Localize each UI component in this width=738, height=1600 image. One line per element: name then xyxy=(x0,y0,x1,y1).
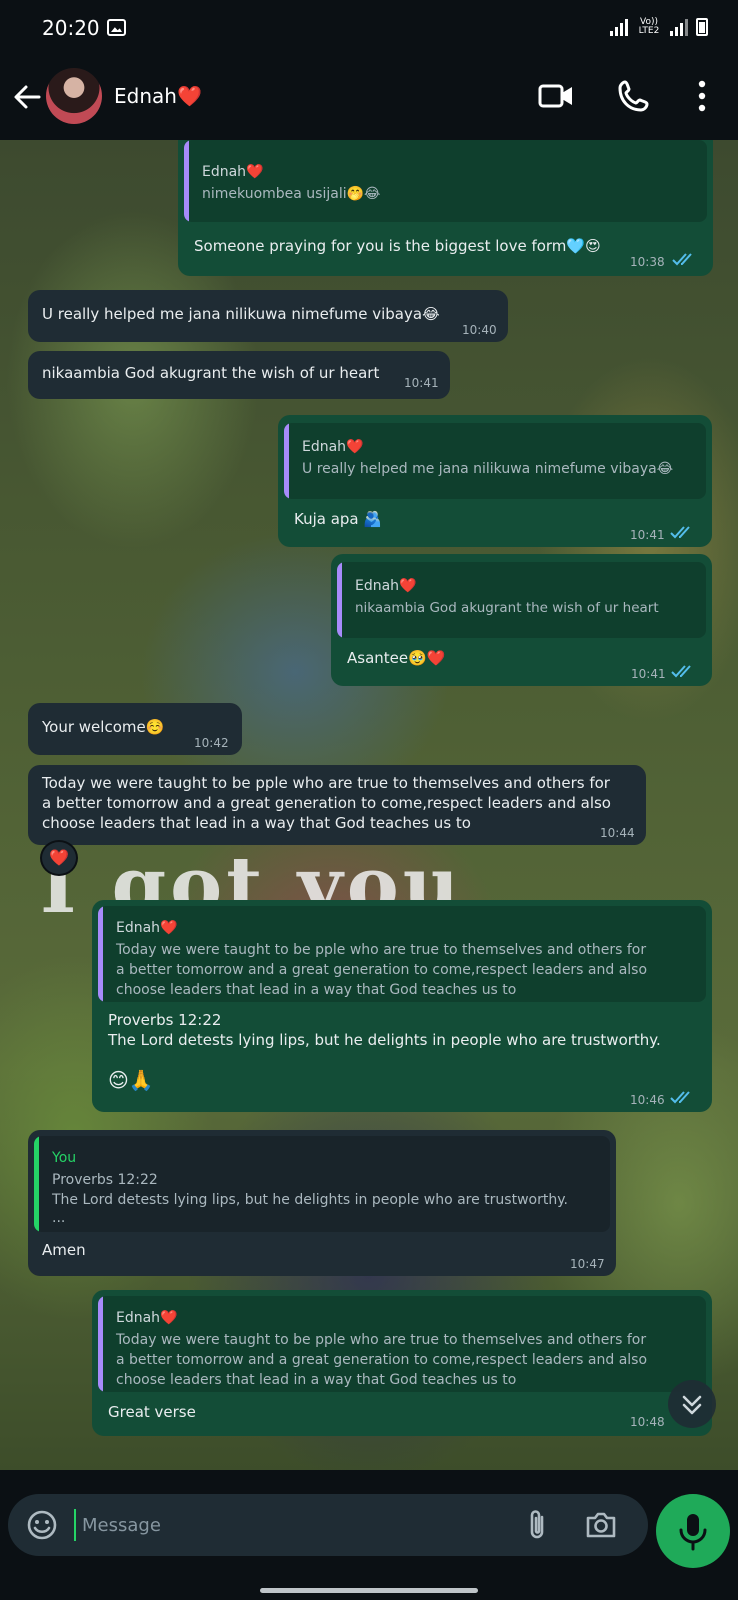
quoted-message[interactable]: You Proverbs 12:22 The Lord detests lyin… xyxy=(34,1136,610,1232)
quote-text-line: Proverbs 12:22 xyxy=(52,1172,158,1188)
message-text-line: choose leaders that lead in a way that G… xyxy=(42,814,471,832)
quote-author: Ednah❤️ xyxy=(202,164,264,180)
quoted-message[interactable]: Ednah❤️ Today we were taught to be pple … xyxy=(98,1296,706,1392)
mic-icon xyxy=(679,1514,707,1551)
status-time: 20:20 xyxy=(42,16,100,40)
network-label: Vo)) LTE2 xyxy=(638,17,660,36)
double-check-icon xyxy=(670,526,690,539)
message-text: Your welcome☺️ xyxy=(42,718,165,736)
quote-text-line: choose leaders that lead in a way that G… xyxy=(116,982,517,998)
quote-text: nikaambia God akugrant the wish of ur he… xyxy=(355,600,659,616)
quote-author: Ednah❤️ xyxy=(355,578,417,594)
message-time: 10:41 xyxy=(630,528,665,542)
message-time: 10:38 xyxy=(630,255,665,269)
message-incoming[interactable]: Today we were taught to be pple who are … xyxy=(28,765,646,845)
phone-icon[interactable] xyxy=(617,79,651,113)
quoted-message[interactable]: Ednah❤️ Today we were taught to be pple … xyxy=(98,906,706,1002)
quote-bar xyxy=(34,1136,39,1232)
quote-text-line: ... xyxy=(52,1210,66,1226)
quote-author: You xyxy=(52,1150,77,1166)
quote-text-line: choose leaders that lead in a way that G… xyxy=(116,1372,517,1388)
message-time: 10:48 xyxy=(630,1415,665,1429)
battery-icon xyxy=(696,18,708,36)
camera-icon[interactable] xyxy=(584,1510,618,1540)
chat-area[interactable]: I got you Ednah❤️ nimekuombea usijali🤭😂 … xyxy=(0,140,738,1470)
double-check-icon xyxy=(671,665,691,678)
quote-text-line: Today we were taught to be pple who are … xyxy=(116,1332,647,1348)
signal-2-icon xyxy=(670,18,688,36)
status-indicators: Vo)) LTE2 xyxy=(610,18,708,36)
message-incoming[interactable]: U really helped me jana nilikuwa nimefum… xyxy=(28,290,508,342)
message-time: 10:41 xyxy=(404,376,439,390)
message-time: 10:41 xyxy=(631,667,666,681)
reaction-heart[interactable]: ❤️ xyxy=(40,840,78,876)
quote-bar xyxy=(98,1296,103,1392)
composer xyxy=(0,1470,738,1600)
quote-bar xyxy=(284,423,289,499)
message-time: 10:40 xyxy=(462,323,497,337)
message-emoji: 😊🙏 xyxy=(108,1068,154,1092)
message-outgoing[interactable]: Ednah❤️ nimekuombea usijali🤭😂 Someone pr… xyxy=(178,140,713,276)
message-time: 10:44 xyxy=(600,826,635,840)
message-text: nikaambia God akugrant the wish of ur he… xyxy=(42,364,380,382)
avatar[interactable] xyxy=(46,68,102,124)
quote-bar xyxy=(184,140,189,222)
video-call-icon[interactable] xyxy=(538,80,574,112)
quote-text: nimekuombea usijali🤭😂 xyxy=(202,186,381,202)
quoted-message[interactable]: Ednah❤️ U really helped me jana nilikuwa… xyxy=(284,423,706,499)
message-text-line: a better tomorrow and a great generation… xyxy=(42,794,611,812)
message-text: Kuja apa 🫂 xyxy=(294,510,383,528)
message-incoming[interactable]: nikaambia God akugrant the wish of ur he… xyxy=(28,351,450,399)
chat-header: Ednah❤️ xyxy=(0,58,738,140)
message-outgoing[interactable]: Ednah❤️ U really helped me jana nilikuwa… xyxy=(278,415,712,547)
attach-icon[interactable] xyxy=(522,1508,552,1542)
message-outgoing[interactable]: Ednah❤️ Today we were taught to be pple … xyxy=(92,1290,712,1436)
message-input[interactable] xyxy=(74,1509,504,1541)
message-time: 10:47 xyxy=(570,1257,605,1271)
status-bar: 20:20 Vo)) LTE2 xyxy=(0,0,738,58)
message-text: Amen xyxy=(42,1241,86,1259)
message-outgoing[interactable]: Ednah❤️ Today we were taught to be pple … xyxy=(92,900,712,1112)
quote-text: U really helped me jana nilikuwa nimefum… xyxy=(302,461,674,477)
signal-icon xyxy=(610,18,628,36)
emoji-icon[interactable] xyxy=(26,1509,58,1541)
message-outgoing[interactable]: Ednah❤️ nikaambia God akugrant the wish … xyxy=(331,554,712,686)
quote-author: Ednah❤️ xyxy=(116,920,178,936)
message-text-line: Today we were taught to be pple who are … xyxy=(42,774,610,792)
message-input-pill xyxy=(8,1494,648,1556)
message-incoming[interactable]: You Proverbs 12:22 The Lord detests lyin… xyxy=(28,1130,616,1276)
back-arrow-icon[interactable] xyxy=(12,82,42,112)
scroll-to-bottom-button[interactable] xyxy=(668,1380,716,1428)
message-text-line: The Lord detests lying lips, but he deli… xyxy=(108,1031,661,1049)
contact-name[interactable]: Ednah❤️ xyxy=(114,84,202,108)
message-time: 10:46 xyxy=(630,1093,665,1107)
message-text: Someone praying for you is the biggest l… xyxy=(194,237,601,255)
quote-text-line: The Lord detests lying lips, but he deli… xyxy=(52,1192,568,1208)
mic-button[interactable] xyxy=(656,1494,730,1568)
more-vert-icon[interactable] xyxy=(694,78,710,114)
quote-author: Ednah❤️ xyxy=(116,1310,178,1326)
quote-author: Ednah❤️ xyxy=(302,439,364,455)
message-time: 10:42 xyxy=(194,736,229,750)
message-incoming[interactable]: Your welcome☺️ 10:42 xyxy=(28,703,242,755)
quote-text-line: Today we were taught to be pple who are … xyxy=(116,942,647,958)
message-text-line: Proverbs 12:22 xyxy=(108,1011,222,1029)
double-check-icon xyxy=(670,1091,690,1104)
quote-bar xyxy=(98,906,103,1002)
home-indicator xyxy=(260,1588,478,1593)
quote-text-line: a better tomorrow and a great generation… xyxy=(116,1352,648,1368)
quoted-message[interactable]: Ednah❤️ nikaambia God akugrant the wish … xyxy=(337,562,706,638)
quote-text-line: a better tomorrow and a great generation… xyxy=(116,962,648,978)
message-text: Great verse xyxy=(108,1403,196,1421)
message-text: U really helped me jana nilikuwa nimefum… xyxy=(42,305,440,323)
gallery-notification-icon xyxy=(107,19,126,36)
quoted-message[interactable]: Ednah❤️ nimekuombea usijali🤭😂 xyxy=(184,140,707,222)
chevron-down-icon xyxy=(682,1395,702,1415)
quote-bar xyxy=(337,562,342,638)
double-check-icon xyxy=(672,253,692,266)
message-text: Asantee🥹❤️ xyxy=(347,649,446,667)
